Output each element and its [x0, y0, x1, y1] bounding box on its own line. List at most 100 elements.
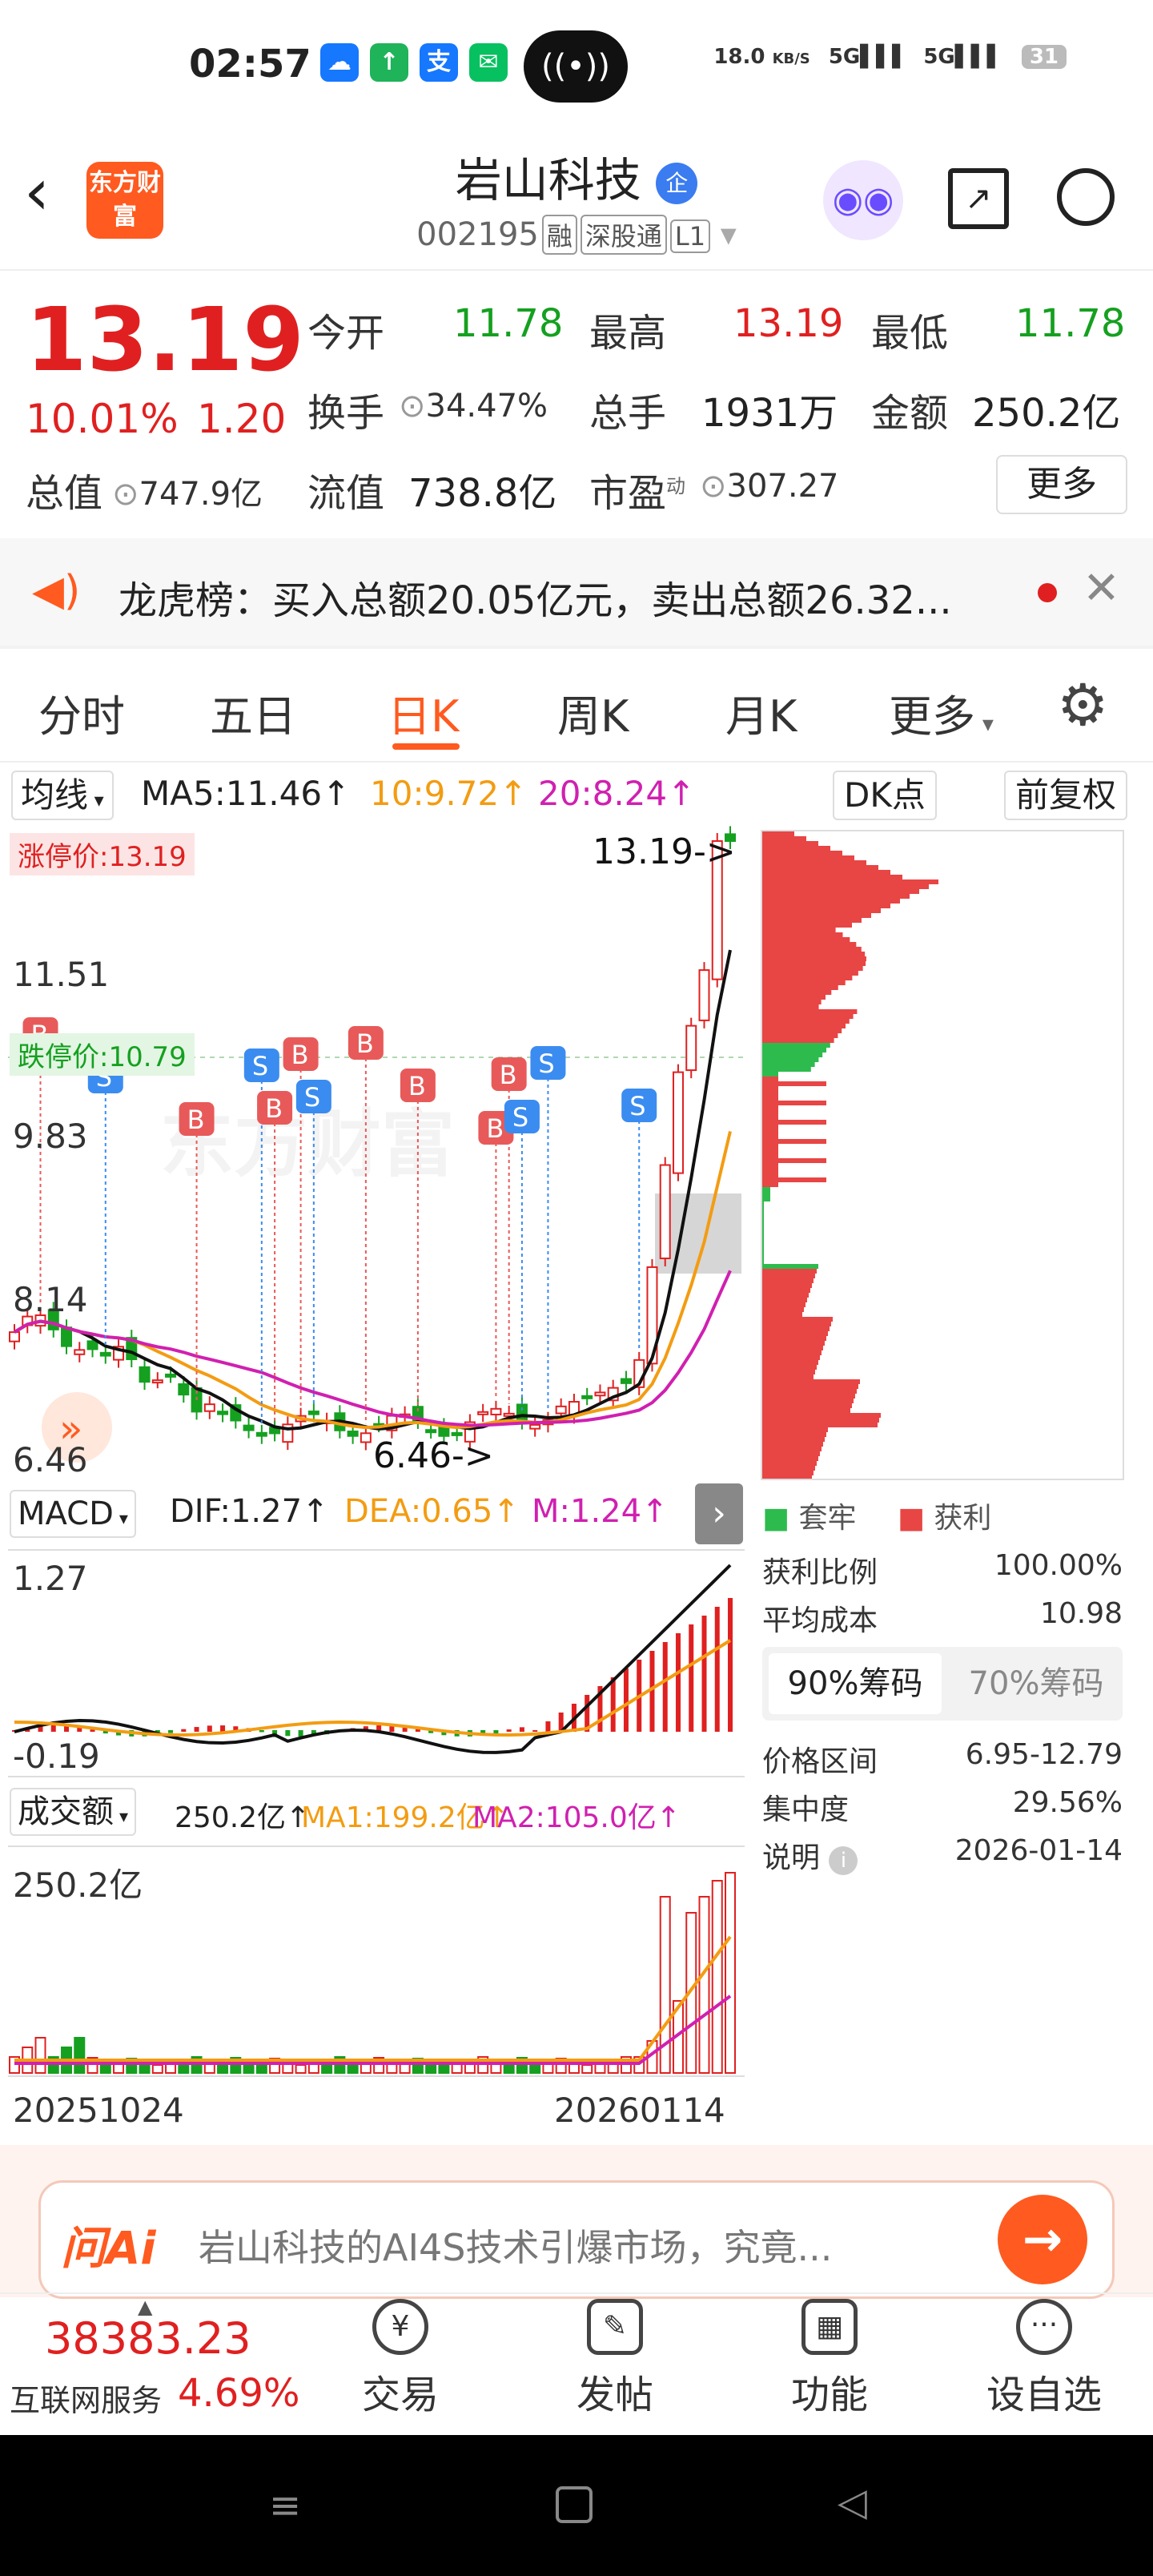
chip-bar [762, 1086, 778, 1091]
adjust-button[interactable]: 前复权 [1004, 771, 1128, 820]
volume-bar [34, 2037, 46, 2074]
chip-bar [762, 904, 890, 908]
chip-bar [762, 1442, 823, 1447]
ai-robot-avatar-icon[interactable]: ◉◉ [823, 160, 903, 240]
more-button[interactable]: 更多 [996, 455, 1127, 514]
chip-bar [762, 1447, 822, 1451]
dragon-tiger-text[interactable]: 龙虎榜：买入总额20.05亿元，卖出总额26.32... [119, 569, 952, 625]
nav-functions[interactable]: ▦ 功能 [765, 2299, 894, 2419]
chip-bar [762, 1288, 810, 1293]
mcap-label: 总值 [26, 471, 103, 516]
candle-body [529, 1423, 541, 1430]
float-value: 738.8亿 [408, 471, 557, 516]
active-tab-indicator [392, 743, 460, 750]
candle-body [139, 1366, 151, 1383]
chip-bar [762, 1038, 834, 1043]
chip-bar [762, 1471, 814, 1475]
tab-five-day[interactable]: 五日 [210, 681, 296, 744]
settings-gear-icon[interactable]: ⚙ [1057, 676, 1109, 734]
pe-value: ⊙307.27 [700, 468, 839, 505]
profit-ratio-row: 获利比例 100.00% [762, 1549, 1123, 1589]
chip-bar [762, 879, 938, 884]
dk-point-button[interactable]: DK点 [833, 771, 937, 820]
y-label: 6.46 [13, 1440, 88, 1479]
chip-bar [762, 1173, 778, 1177]
tab-more[interactable]: 更多 ▾ [889, 681, 994, 744]
nav-trade[interactable]: ¥ 交易 [336, 2299, 464, 2419]
volume-bar [698, 1896, 710, 2074]
chip-bar [762, 1336, 826, 1341]
candle-body [9, 1331, 20, 1342]
kline-chart[interactable]: 东方财富 BSBSBBSBBBBSSS » [0, 825, 745, 1482]
ai-suggestion-text[interactable]: 岩山科技的AI4S技术引爆市场，究竟... [199, 2219, 832, 2272]
candle-body [86, 1340, 98, 1350]
menu-icon[interactable]: ≡ [269, 2483, 301, 2528]
chevron-right-icon[interactable]: › [695, 1483, 743, 1544]
chip-bar [762, 1134, 778, 1139]
tab-chip-90[interactable]: 90%筹码 [769, 1653, 942, 1714]
nav-post[interactable]: ✎ 发帖 [551, 2299, 679, 2419]
chip-bar [762, 1341, 825, 1346]
volume-bar [255, 2063, 267, 2074]
chip-bar [762, 1177, 826, 1182]
index-value[interactable]: 38383.23 [45, 2313, 251, 2364]
chip-bar [762, 1326, 830, 1331]
y-label: 8.14 [13, 1280, 88, 1319]
volume-selector[interactable]: 成交额 ▾ [10, 1788, 137, 1836]
tab-weekly-k[interactable]: 周K [557, 681, 629, 744]
search-icon[interactable] [1057, 168, 1115, 226]
ai-send-arrow-icon[interactable]: → [998, 2195, 1087, 2284]
upload-app-icon: ↑ [370, 43, 408, 82]
chip-bar [762, 908, 881, 913]
app-notification-icon: ☁ [320, 43, 359, 82]
change-value: 1.20 [197, 396, 287, 442]
chip-bar [762, 1389, 857, 1394]
info-icon: ⊙ [700, 468, 727, 505]
chip-bar [762, 1153, 778, 1158]
macd-bar [285, 1730, 291, 1737]
tab-chip-70[interactable]: 70%筹码 [950, 1653, 1123, 1714]
chip-bar [762, 1077, 778, 1081]
volume-bar [151, 2064, 163, 2074]
tab-daily-k[interactable]: 日K [388, 681, 459, 744]
chip-bar [762, 1403, 852, 1408]
current-price: 13.19 [26, 288, 304, 391]
chip-bar [762, 1144, 778, 1149]
chip-bar [762, 1423, 878, 1427]
nav-watchlist[interactable]: ··· 设自选 [980, 2299, 1108, 2419]
chip-bar [762, 1125, 778, 1129]
chip-bar [762, 1101, 826, 1105]
last-price-marker: 13.19-> [593, 831, 736, 872]
share-icon[interactable]: ↗ [948, 168, 1009, 229]
volume-value: 1931万 [701, 391, 838, 436]
back-triangle-icon[interactable]: ◁ [838, 2480, 867, 2525]
indicator-selector[interactable]: 均线 ▾ [11, 771, 114, 820]
macd-bar [220, 1725, 226, 1732]
chip-bar [762, 875, 902, 879]
chip-bar [762, 1235, 764, 1240]
index-name[interactable]: 互联网服务 [10, 2376, 162, 2420]
macd-selector[interactable]: MACD ▾ [10, 1490, 136, 1538]
chip-bar [762, 1182, 778, 1187]
marker-label: B [408, 1071, 426, 1101]
marker-label: B [486, 1113, 504, 1144]
speaker-icon: ◀) [32, 567, 81, 615]
chip-bar [762, 884, 929, 889]
tab-intraday[interactable]: 分时 [38, 681, 125, 744]
chip-bar [762, 1096, 778, 1101]
chip-bar [762, 1432, 826, 1437]
volume-bar [113, 2063, 125, 2074]
index-pct[interactable]: 4.69% [178, 2371, 299, 2416]
chip-bar [762, 913, 871, 918]
volume-bar [725, 1872, 736, 2074]
chip-bar [762, 976, 853, 980]
marker-label: B [356, 1028, 374, 1059]
chip-bar [762, 932, 843, 937]
chip-bar [762, 1081, 826, 1086]
tab-monthly-k[interactable]: 月K [725, 681, 797, 744]
home-icon[interactable] [556, 2486, 593, 2523]
marker-label: B [500, 1060, 517, 1090]
hotspot-pill-icon: ((•)) [524, 30, 628, 103]
macd-bar [50, 1725, 56, 1732]
close-icon[interactable]: ✕ [1083, 562, 1120, 614]
